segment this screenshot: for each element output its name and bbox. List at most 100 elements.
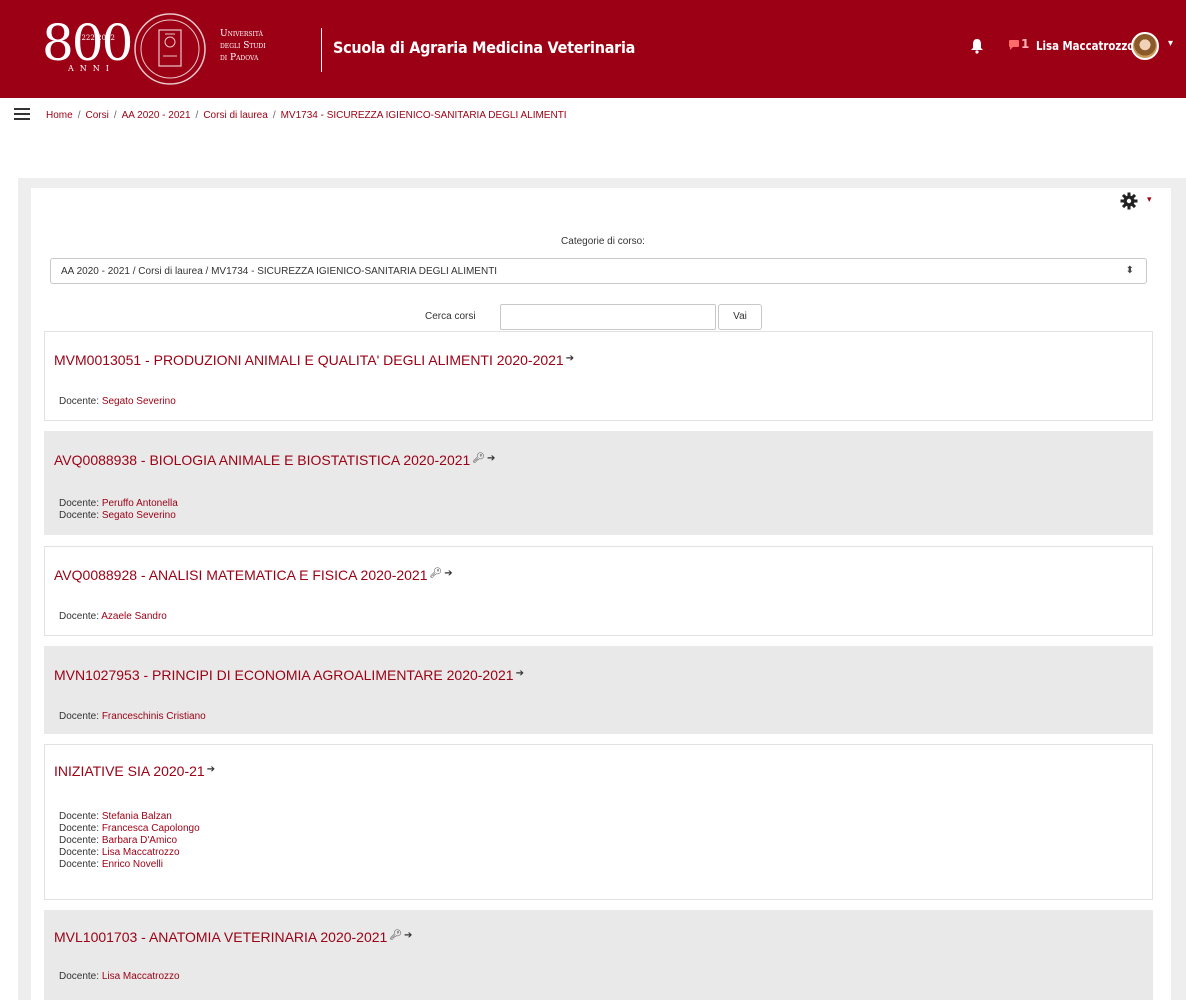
teacher-label: Docente: — [59, 859, 102, 870]
guest-access-icon: ➔ — [404, 930, 413, 941]
logo-anni: ANNI — [68, 64, 115, 73]
course-title[interactable]: MVN1027953 - PRINCIPI DI ECONOMIA AGROAL… — [54, 667, 524, 683]
guest-access-icon: ➔ — [565, 353, 575, 364]
teacher-entry: Docente: Franceschinis Cristiano — [59, 711, 206, 723]
university-line: degli Studi — [220, 41, 266, 51]
select-arrows-icon: ⬍ — [1125, 265, 1134, 276]
user-name[interactable]: Lisa Maccatrozzo — [1036, 39, 1134, 53]
guest-access-icon: ➔ — [444, 568, 453, 579]
messages-icon[interactable] — [1008, 39, 1020, 51]
teacher-link[interactable]: Barbara D'Amico — [102, 835, 177, 846]
course-title[interactable]: INIZIATIVE SIA 2020-21 ➔ — [54, 763, 215, 779]
teacher-entry: Docente: Segato Severino — [59, 396, 176, 408]
teacher-link[interactable]: Segato Severino — [102, 510, 176, 521]
course-box: MVL1001703 - ANATOMIA VETERINARIA 2020-2… — [44, 910, 1153, 1000]
teacher-link[interactable]: Lisa Maccatrozzo — [102, 847, 180, 858]
university-line: Università — [220, 29, 263, 39]
category-selected-value: AA 2020 - 2021 / Corsi di laurea / MV173… — [61, 266, 498, 277]
breadcrumb-separator: / — [272, 110, 276, 121]
search-go-button[interactable]: Vai — [718, 304, 762, 330]
header-divider — [321, 28, 322, 72]
teacher-link[interactable]: Azaele Sandro — [101, 611, 167, 622]
course-teachers: Docente: Peruffo Antonella Docente: Sega… — [59, 498, 178, 522]
category-select[interactable]: AA 2020 - 2021 / Corsi di laurea / MV173… — [50, 258, 1147, 284]
course-teachers: Docente: Segato Severino — [59, 396, 176, 408]
course-box: AVQ0088938 - BIOLOGIA ANIMALE E BIOSTATI… — [44, 431, 1153, 535]
course-box: INIZIATIVE SIA 2020-21 ➔ Docente: Stefani… — [44, 744, 1153, 900]
teacher-entry: Docente: Peruffo Antonella — [59, 498, 178, 510]
course-box: MVN1027953 - PRINCIPI DI ECONOMIA AGROAL… — [44, 646, 1153, 734]
teacher-entry: Docente: Stefania Balzan — [59, 811, 200, 823]
key-icon: 🔑︎ — [429, 568, 443, 579]
university-name: Università degli Studi di Padova — [220, 28, 320, 64]
teacher-label: Docente: — [59, 498, 102, 509]
settings-menu-caret-icon[interactable]: ▾ — [1147, 194, 1152, 205]
course-title-text: MVL1001703 - ANATOMIA VETERINARIA 2020-2… — [54, 929, 388, 945]
breadcrumb-separator: / — [77, 110, 81, 121]
site-title[interactable]: Scuola di Agraria Medicina Veterinaria — [333, 38, 635, 57]
messages-count-badge[interactable]: 1 — [1021, 37, 1029, 51]
search-courses-input[interactable] — [500, 304, 716, 330]
teacher-link[interactable]: Francesca Capolongo — [102, 823, 200, 834]
teacher-label: Docente: — [59, 396, 102, 407]
course-teachers: Docente: Azaele Sandro — [59, 611, 167, 623]
university-line: di Padova — [220, 53, 259, 63]
teacher-link[interactable]: Lisa Maccatrozzo — [102, 971, 180, 982]
guest-access-icon: ➔ — [515, 668, 524, 679]
anniversary-logo[interactable]: 800 1222-2022 ANNI — [42, 14, 133, 78]
breadcrumb-home[interactable]: Home — [46, 110, 73, 121]
teacher-label: Docente: — [59, 811, 102, 822]
course-title-text: MVN1027953 - PRINCIPI DI ECONOMIA AGROAL… — [54, 667, 514, 683]
teacher-entry: Docente: Francesca Capolongo — [59, 823, 200, 835]
teacher-label: Docente: — [59, 510, 102, 521]
breadcrumb-degree-courses[interactable]: Corsi di laurea — [203, 110, 267, 121]
breadcrumb-courses[interactable]: Corsi — [85, 110, 108, 121]
teacher-link[interactable]: Franceschinis Cristiano — [102, 711, 206, 722]
key-icon: 🔑︎ — [389, 930, 403, 941]
course-title[interactable]: MVL1001703 - ANATOMIA VETERINARIA 2020-2… — [54, 929, 412, 945]
course-box: MVM0013051 - PRODUZIONI ANIMALI E QUALIT… — [44, 331, 1153, 421]
gear-icon[interactable] — [1120, 192, 1138, 210]
key-icon: 🔑︎ — [472, 453, 486, 464]
teacher-entry: Docente: Segato Severino — [59, 510, 178, 522]
teacher-link[interactable]: Enrico Novelli — [102, 859, 163, 870]
user-menu-caret-icon[interactable]: ▾ — [1168, 38, 1173, 49]
teacher-label: Docente: — [59, 835, 102, 846]
teacher-label: Docente: — [59, 823, 102, 834]
guest-access-icon: ➔ — [206, 764, 216, 775]
course-title[interactable]: MVM0013051 - PRODUZIONI ANIMALI E QUALIT… — [54, 352, 574, 368]
breadcrumb-current-category[interactable]: MV1734 - SICUREZZA IGIENICO-SANITARIA DE… — [281, 110, 567, 121]
teacher-entry: Docente: Azaele Sandro — [59, 611, 167, 623]
course-title-text: AVQ0088938 - BIOLOGIA ANIMALE E BIOSTATI… — [54, 452, 471, 468]
course-teachers: Docente: Franceschinis Cristiano — [59, 711, 206, 723]
course-title-text: INIZIATIVE SIA 2020-21 — [54, 763, 205, 779]
logo-years: 1222-2022 — [77, 34, 115, 42]
teacher-link[interactable]: Stefania Balzan — [102, 811, 172, 822]
course-title-text: MVM0013051 - PRODUZIONI ANIMALI E QUALIT… — [54, 352, 564, 368]
breadcrumb: Home / Corsi / AA 2020 - 2021 / Corsi di laure… — [46, 110, 567, 121]
course-title[interactable]: AVQ0088928 - ANALISI MATEMATICA E FISICA… — [54, 567, 453, 583]
teacher-entry: Docente: Lisa Maccatrozzo — [59, 971, 180, 983]
teacher-link[interactable]: Peruffo Antonella — [102, 498, 178, 509]
breadcrumb-separator: / — [113, 110, 117, 121]
hamburger-menu-icon[interactable] — [14, 108, 30, 120]
breadcrumb-academic-year[interactable]: AA 2020 - 2021 — [122, 110, 191, 121]
teacher-label: Docente: — [59, 847, 102, 858]
teacher-link[interactable]: Segato Severino — [102, 396, 176, 407]
teacher-label: Docente: — [59, 971, 102, 982]
teacher-entry: Docente: Lisa Maccatrozzo — [59, 847, 200, 859]
guest-access-icon: ➔ — [487, 453, 496, 464]
bell-icon[interactable] — [970, 38, 984, 54]
course-teachers: Docente: Stefania Balzan Docente: France… — [59, 811, 200, 871]
avatar[interactable] — [1131, 32, 1159, 60]
teacher-label: Docente: — [59, 711, 102, 722]
course-title[interactable]: AVQ0088938 - BIOLOGIA ANIMALE E BIOSTATI… — [54, 452, 495, 468]
course-box: AVQ0088928 - ANALISI MATEMATICA E FISICA… — [44, 546, 1153, 636]
university-seal-icon[interactable] — [133, 12, 207, 86]
course-teachers: Docente: Lisa Maccatrozzo — [59, 971, 180, 983]
top-navbar: 800 1222-2022 ANNI Università degli Stud… — [0, 0, 1186, 98]
teacher-label: Docente: — [59, 611, 102, 622]
teacher-entry: Docente: Enrico Novelli — [59, 859, 200, 871]
breadcrumb-separator: / — [195, 110, 199, 121]
search-courses-label: Cerca corsi — [425, 311, 476, 322]
